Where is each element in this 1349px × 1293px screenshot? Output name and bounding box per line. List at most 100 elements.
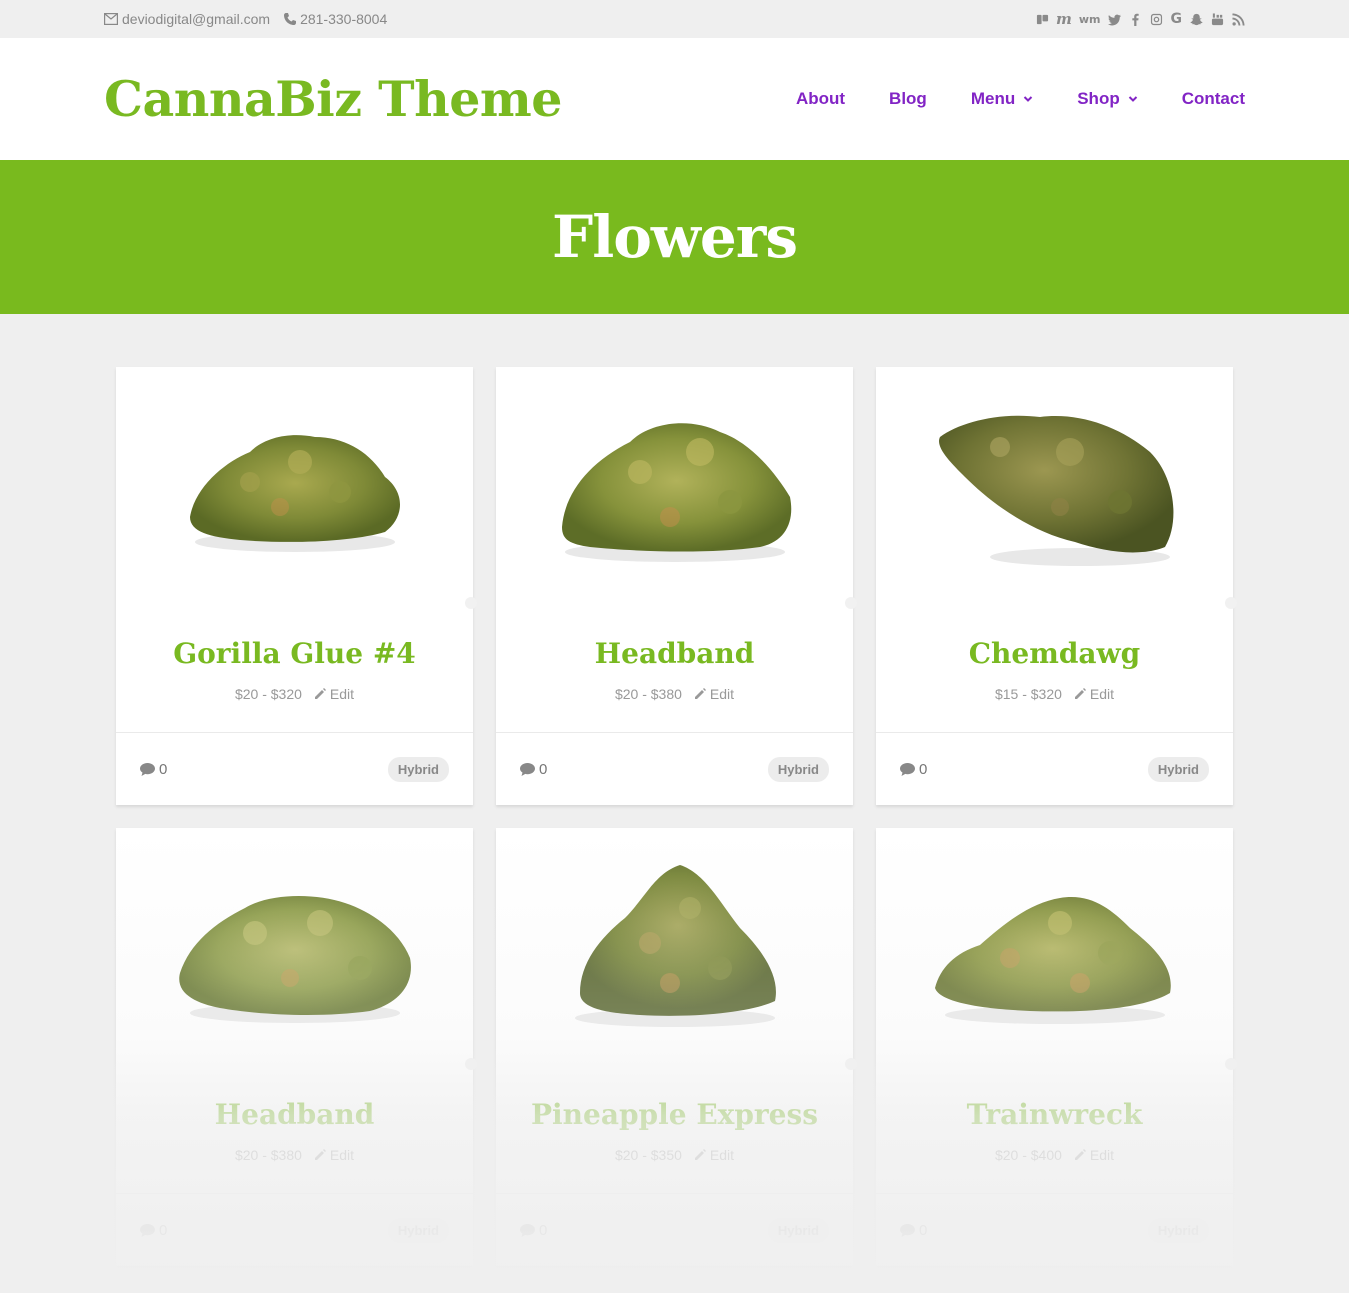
nav-menu-label: Menu [970,89,1016,108]
product-title[interactable]: Pineapple Express [496,1098,853,1131]
edit-link[interactable]: Edit [1074,1147,1114,1163]
pencil-icon [1074,1149,1086,1160]
youtube-icon[interactable] [1210,12,1224,26]
edit-label: Edit [709,1147,735,1163]
category-badge[interactable]: Hybrid [1147,1217,1209,1243]
phone-link[interactable]: 281-330-8004 [284,11,387,27]
instagram-icon[interactable] [1150,12,1164,26]
weedmaps-m-icon[interactable]: m [1056,10,1072,28]
edit-link[interactable]: Edit [694,1147,734,1163]
main-nav: About Blog Menu Shop Contact [796,89,1245,109]
product-price: $20 - $380 [234,1147,302,1163]
phone-icon [284,13,297,25]
product-title[interactable]: Chemdawg [876,637,1233,670]
price-row: $15 - $320 Edit [876,686,1233,702]
category-badge[interactable]: Hybrid [767,756,829,782]
price-row: $20 - $400 Edit [876,1147,1233,1163]
product-image[interactable] [876,828,1237,1070]
product-image[interactable] [116,367,477,609]
edit-link[interactable]: Edit [314,1147,354,1163]
carousel-dot [465,1058,477,1070]
product-image[interactable] [876,367,1237,609]
carousel-dot [1225,1058,1237,1070]
product-price: $20 - $350 [614,1147,682,1163]
comments-count[interactable]: 0 [900,1222,927,1239]
cannabis-bud-image [189,435,400,552]
product-image[interactable] [116,828,477,1070]
comments-number: 0 [159,760,168,778]
comments-count[interactable]: 0 [520,761,547,778]
comment-icon [520,1223,535,1237]
edit-link[interactable]: Edit [694,686,734,702]
cannabis-bud-image [934,897,1171,1024]
card-footer: 0 Hybrid [496,732,853,805]
edit-link[interactable]: Edit [1074,686,1114,702]
product-price: $20 - $380 [614,686,682,702]
comments-count[interactable]: 0 [520,1222,547,1239]
rss-icon[interactable] [1231,12,1245,26]
comment-icon [140,1223,155,1237]
leafly-icon[interactable] [1035,12,1049,26]
email-link[interactable]: deviodigital@gmail.com [104,11,270,27]
category-badge[interactable]: Hybrid [387,1217,449,1243]
comments-count[interactable]: 0 [140,1222,167,1239]
product-card[interactable]: Headband $20 - $380 Edit 0 Hybrid [116,828,477,1266]
facebook-icon[interactable] [1129,12,1143,26]
comments-count[interactable]: 0 [900,761,927,778]
carousel-dot [845,597,857,609]
site-logo[interactable]: CannaBiz Theme [104,70,562,128]
category-badge[interactable]: Hybrid [767,1217,829,1243]
nav-shop[interactable]: Shop [1077,89,1138,109]
product-title[interactable]: Headband [496,637,853,670]
product-price: $20 - $400 [994,1147,1062,1163]
cannabis-bud-image [178,896,411,1023]
edit-label: Edit [709,686,735,702]
edit-label: Edit [1089,1147,1115,1163]
twitter-icon[interactable] [1108,12,1122,26]
cannabis-bud-image [938,415,1173,566]
product-title[interactable]: Trainwreck [876,1098,1233,1131]
cannabis-bud-image [561,423,791,562]
product-image[interactable] [496,367,857,609]
product-grid: Gorilla Glue #4 $20 - $320 Edit 0 Hybrid… [116,367,1237,1266]
nav-about[interactable]: About [796,89,845,109]
product-image[interactable] [496,828,857,1070]
carousel-dot [465,597,477,609]
product-title[interactable]: Gorilla Glue #4 [116,637,473,670]
page-hero: Flowers [0,160,1349,314]
card-footer: 0 Hybrid [876,1193,1233,1266]
price-row: $20 - $320 Edit [116,686,473,702]
edit-link[interactable]: Edit [314,686,354,702]
phone-text: 281-330-8004 [300,11,388,27]
product-card[interactable]: Gorilla Glue #4 $20 - $320 Edit 0 Hybrid [116,367,477,805]
product-card[interactable]: Trainwreck $20 - $400 Edit 0 Hybrid [876,828,1237,1266]
page-title: Flowers [552,203,798,271]
category-badge[interactable]: Hybrid [387,756,449,782]
google-icon[interactable]: G [1171,11,1183,27]
pencil-icon [314,1149,326,1160]
chevron-down-icon [1128,96,1137,102]
product-card[interactable]: Chemdawg $15 - $320 Edit 0 Hybrid [876,367,1237,805]
category-badge[interactable]: Hybrid [1147,756,1209,782]
wm-icon[interactable]: wm [1079,12,1101,26]
edit-label: Edit [1089,686,1115,702]
pencil-icon [1074,688,1086,699]
product-title[interactable]: Headband [116,1098,473,1131]
nav-blog[interactable]: Blog [889,89,927,109]
contact-info: deviodigital@gmail.com 281-330-8004 [104,11,387,27]
nav-about-label: About [795,89,846,108]
comments-number: 0 [539,1221,548,1239]
nav-menu[interactable]: Menu [971,89,1033,109]
email-text: deviodigital@gmail.com [122,11,271,27]
edit-label: Edit [329,686,355,702]
snapchat-icon[interactable] [1189,12,1203,26]
comments-count[interactable]: 0 [140,761,167,778]
pencil-icon [314,688,326,699]
comment-icon [900,1223,915,1237]
nav-contact[interactable]: Contact [1182,89,1245,109]
chevron-down-icon [1024,96,1033,102]
product-card[interactable]: Headband $20 - $380 Edit 0 Hybrid [496,367,857,805]
product-card[interactable]: Pineapple Express $20 - $350 Edit 0 Hybr… [496,828,857,1266]
social-icons: m wm G [1035,10,1245,28]
comment-icon [900,762,915,776]
